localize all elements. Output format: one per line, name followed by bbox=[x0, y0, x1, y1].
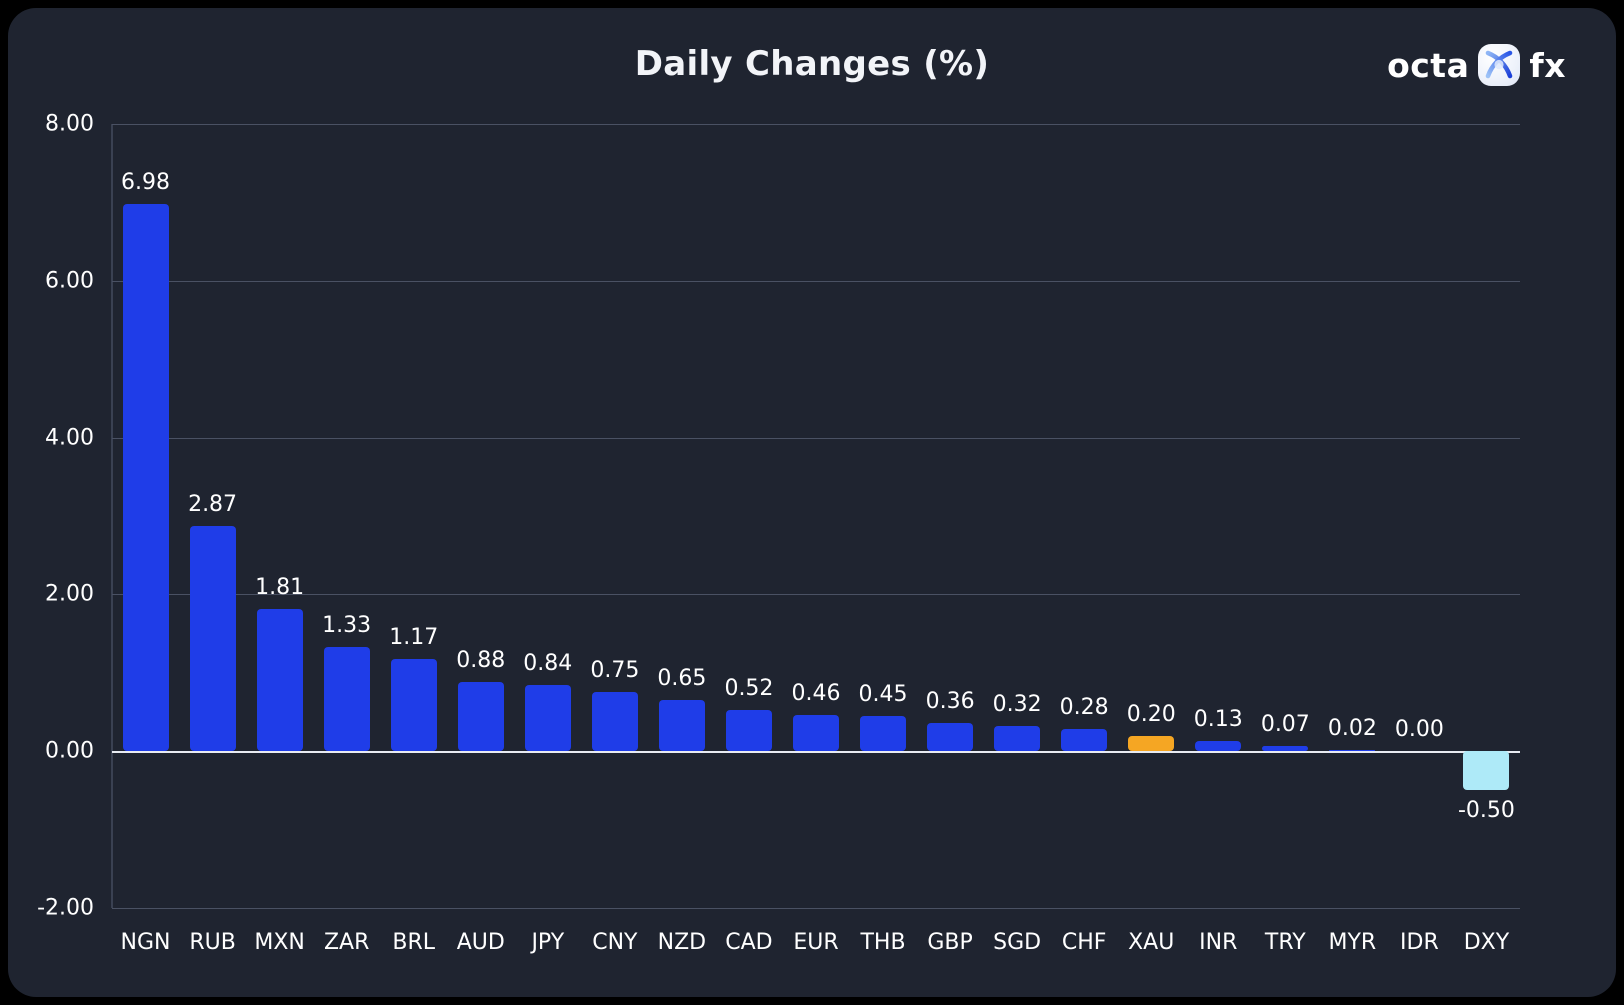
bar-group[interactable]: 0.75 CNY bbox=[581, 124, 648, 955]
bar[interactable] bbox=[994, 726, 1041, 752]
bar-value-label: 6.98 bbox=[121, 169, 171, 195]
chart-header: Daily Changes (%) octa fx bbox=[8, 8, 1616, 116]
x-axis-category-label: RUB bbox=[189, 930, 236, 955]
bar-value-label: 0.88 bbox=[456, 648, 506, 674]
y-axis-tick-label: 2.00 bbox=[45, 581, 94, 607]
x-axis-category-label: MXN bbox=[254, 930, 305, 955]
x-axis-category-label: MYR bbox=[1328, 930, 1377, 955]
bar-value-label: 0.45 bbox=[858, 681, 908, 707]
x-axis-category-label: DXY bbox=[1463, 930, 1510, 955]
bar-group[interactable]: 0.36 GBP bbox=[917, 124, 984, 955]
bar-value-label: 0.32 bbox=[992, 692, 1042, 718]
bar-value-label: 0.02 bbox=[1327, 715, 1377, 741]
bar[interactable] bbox=[1128, 735, 1175, 752]
bar-group[interactable]: 0.00 IDR bbox=[1386, 124, 1453, 955]
bar-group[interactable]: 2.87 RUB bbox=[179, 124, 246, 955]
bar[interactable] bbox=[189, 526, 236, 752]
y-axis-tick-label: 6.00 bbox=[45, 268, 94, 294]
bar[interactable] bbox=[1195, 741, 1242, 752]
y-axis-tick-label: 4.00 bbox=[45, 425, 94, 451]
x-axis-category-label: EUR bbox=[793, 930, 839, 955]
bar[interactable] bbox=[725, 710, 772, 752]
y-axis-tick-label: -2.00 bbox=[37, 895, 94, 921]
bar-group[interactable]: 0.13 INR bbox=[1185, 124, 1252, 955]
bar-value-label: 0.65 bbox=[657, 666, 707, 692]
bar-group[interactable]: 0.84 JPY bbox=[514, 124, 581, 955]
x-axis-category-label: JPY bbox=[531, 930, 565, 955]
bar-group[interactable]: 0.52 CAD bbox=[715, 124, 782, 955]
x-axis-category-label: CNY bbox=[592, 930, 638, 955]
bar-value-label: 0.28 bbox=[1059, 695, 1109, 721]
bar[interactable] bbox=[1329, 749, 1376, 752]
x-axis-category-label: SGD bbox=[993, 930, 1042, 955]
x-axis-category-label: GBP bbox=[927, 930, 973, 955]
x-axis-category-label: AUD bbox=[456, 930, 505, 955]
bar-value-label: 0.52 bbox=[724, 676, 774, 702]
brand-word-fx: fx bbox=[1529, 45, 1566, 85]
bar-group[interactable]: 0.28 CHF bbox=[1051, 124, 1118, 955]
bar-group[interactable]: 0.46 EUR bbox=[782, 124, 849, 955]
x-axis-category-label: XAU bbox=[1128, 930, 1175, 955]
bar[interactable] bbox=[927, 722, 974, 752]
bar-group[interactable]: 1.33 ZAR bbox=[313, 124, 380, 955]
bar-value-label: 0.00 bbox=[1394, 717, 1444, 743]
bar[interactable] bbox=[1061, 729, 1108, 752]
bar[interactable] bbox=[256, 609, 303, 752]
y-axis-tick-label: 8.00 bbox=[45, 111, 94, 137]
bar-group[interactable]: -0.50 DXY bbox=[1453, 124, 1520, 955]
x-axis-category-label: CHF bbox=[1061, 930, 1107, 955]
x-axis-category-label: ZAR bbox=[323, 930, 370, 955]
bar-group[interactable]: 0.88 AUD bbox=[447, 124, 514, 955]
bar-value-label: 0.84 bbox=[523, 651, 573, 677]
y-axis-tick-label: 0.00 bbox=[45, 738, 94, 764]
page-title: Daily Changes (%) bbox=[634, 44, 990, 84]
bar-value-label: 1.81 bbox=[255, 575, 305, 601]
bar-value-label: 0.07 bbox=[1260, 711, 1310, 737]
brand-word-octa: octa bbox=[1387, 45, 1470, 85]
bar-value-label: 1.17 bbox=[389, 625, 439, 651]
bar-group[interactable]: 0.45 THB bbox=[850, 124, 917, 955]
x-axis-category-label: TRY bbox=[1264, 930, 1306, 955]
bar-group[interactable]: 0.02 MYR bbox=[1319, 124, 1386, 955]
bar-value-label: 0.20 bbox=[1126, 701, 1176, 727]
bar[interactable] bbox=[1463, 751, 1510, 791]
bar-value-label: 0.13 bbox=[1193, 707, 1243, 732]
bar-value-label: 1.33 bbox=[322, 612, 372, 638]
bar[interactable] bbox=[457, 682, 504, 752]
bar-group[interactable]: 0.32 SGD bbox=[984, 124, 1051, 955]
x-axis-category-label: CAD bbox=[725, 930, 773, 955]
plot-area: 8.00 6.00 4.00 2.00 0.00 -2.00 6.98 NGN 2.87 RUB… bbox=[37, 112, 1520, 955]
x-axis-category-label: INR bbox=[1199, 930, 1238, 955]
x-axis-category-label: NZD bbox=[657, 930, 707, 955]
octafx-logo: octa fx bbox=[1387, 42, 1566, 88]
x-axis-category-label: THB bbox=[860, 930, 906, 955]
bar-value-label: -0.50 bbox=[1457, 798, 1515, 824]
bar[interactable] bbox=[591, 692, 638, 752]
bar-series: 6.98 NGN 2.87 RUB 1.81 MXN 1.33 ZAR 1.17 BRL 0.88 A… bbox=[112, 124, 1520, 955]
x-axis-category-label: BRL bbox=[392, 930, 436, 955]
bar-group[interactable]: 0.65 NZD bbox=[648, 124, 715, 955]
bar-group[interactable]: 0.20 XAU bbox=[1118, 124, 1185, 955]
bar[interactable] bbox=[323, 646, 370, 752]
bar-group[interactable]: 1.17 BRL bbox=[380, 124, 447, 955]
bar[interactable] bbox=[524, 685, 571, 752]
bar[interactable] bbox=[122, 203, 169, 752]
x-axis-category-label: NGN bbox=[120, 930, 171, 955]
bar-group[interactable]: 0.07 TRY bbox=[1252, 124, 1319, 955]
bar[interactable] bbox=[792, 715, 839, 752]
bar[interactable] bbox=[1262, 745, 1309, 752]
bar-value-label: 2.87 bbox=[188, 492, 238, 518]
gridline: -2.00 bbox=[37, 896, 1520, 921]
bar-value-label: 0.46 bbox=[791, 681, 841, 707]
chart-card: Daily Changes (%) octa fx 8.00 6.00 4.00… bbox=[8, 8, 1616, 997]
bar-group[interactable]: 6.98 NGN bbox=[112, 124, 179, 955]
bar-group[interactable]: 1.81 MXN bbox=[246, 124, 313, 955]
octa-x-logo-icon bbox=[1478, 44, 1521, 86]
bar[interactable] bbox=[860, 715, 907, 752]
bar-value-label: 0.75 bbox=[590, 658, 640, 684]
bar[interactable] bbox=[390, 659, 437, 752]
bar-value-label: 0.36 bbox=[925, 688, 975, 714]
x-axis-category-label: IDR bbox=[1400, 930, 1439, 955]
bar[interactable] bbox=[658, 700, 705, 752]
